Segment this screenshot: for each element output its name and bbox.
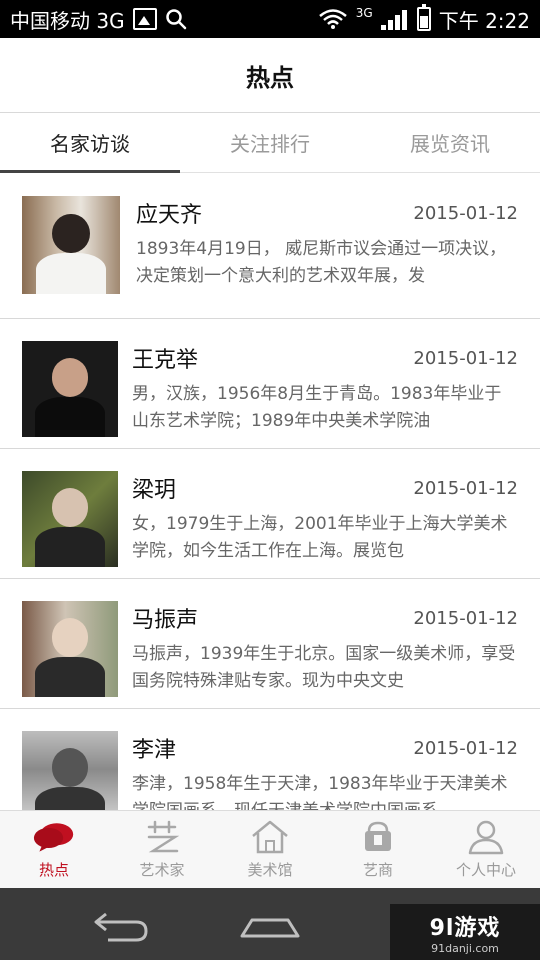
watermark-text: 9l游戏: [429, 915, 501, 941]
watermark-url: 91danji.com: [431, 941, 499, 955]
item-date: 2015-01-12: [413, 202, 518, 224]
artist-name: 梁玥: [132, 478, 177, 503]
clock: 下午 2:22: [438, 8, 530, 33]
house-icon: [252, 820, 288, 854]
wifi-icon: [318, 9, 347, 29]
nav-label: 艺商: [362, 861, 393, 879]
nav-museum[interactable]: 美术馆: [216, 811, 324, 888]
back-arrow-icon[interactable]: [80, 900, 160, 950]
list-item[interactable]: 梁玥 2015-01-12 女，1979生于上海，2001年毕业于上海大学美术学…: [0, 449, 540, 579]
artist-name: 李津: [132, 738, 177, 763]
page-title: 热点: [246, 63, 294, 92]
artist-thumbnail: [22, 601, 118, 697]
item-date: 2015-01-12: [413, 477, 518, 499]
chat-bubble-icon: [33, 823, 74, 852]
watermark-logo: 9l游戏 91danji.com: [390, 904, 540, 960]
bottom-nav: 热点 艺术家 美术馆 艺商 个人中心: [0, 810, 540, 888]
nav-label: 美术馆: [247, 861, 293, 879]
artist-name: 王克举: [132, 348, 199, 373]
artist-thumbnail: [22, 196, 120, 294]
item-date: 2015-01-12: [413, 347, 518, 369]
carrier-label: 中国移动 3G: [10, 8, 125, 33]
item-description: 1893年4月19日， 威尼斯市议会通过一项决议，决定策划一个意大利的艺术双年展…: [136, 239, 507, 286]
article-list: 应天齐 2015-01-12 1893年4月19日， 威尼斯市议会通过一项决议，…: [0, 174, 540, 810]
list-item[interactable]: 王克举 2015-01-12 男，汉族，1956年8月生于青岛。1983年毕业于…: [0, 319, 540, 449]
system-nav-bar: 9l游戏 91danji.com: [0, 888, 540, 960]
list-item[interactable]: 李津 2015-01-12 李津，1958年生于天津，1983年毕业于天津美术学…: [0, 709, 540, 810]
art-icon: [147, 820, 180, 853]
item-description: 李津，1958年生于天津，1983年毕业于天津美术学院国画系，现任天津美术学院中…: [132, 774, 508, 810]
nav-profile[interactable]: 个人中心: [432, 811, 540, 888]
item-description: 男，汉族，1956年8月生于青岛。1983年毕业于山东艺术学院；1989年中央美…: [132, 384, 502, 431]
nav-label: 热点: [38, 861, 69, 879]
network-type-badge: 3G: [355, 6, 373, 20]
artist-name: 马振声: [132, 608, 199, 633]
status-bar: 中国移动 3G 3G 下午 2:22: [0, 0, 540, 38]
nav-label: 艺术家: [139, 861, 185, 879]
shop-icon: [365, 821, 391, 851]
list-item[interactable]: 马振声 2015-01-12 马振声，1939年生于北京。国家一级美术师，享受国…: [0, 579, 540, 709]
tab-exhibitions[interactable]: 展览资讯: [360, 113, 540, 172]
nav-artists[interactable]: 艺术家: [108, 811, 216, 888]
nav-label: 个人中心: [455, 861, 516, 879]
artist-thumbnail: [22, 731, 118, 810]
artist-thumbnail: [22, 471, 118, 567]
nav-shop[interactable]: 艺商: [324, 811, 432, 888]
tab-ranking[interactable]: 关注排行: [180, 113, 360, 172]
person-icon: [468, 820, 504, 855]
item-date: 2015-01-12: [413, 737, 518, 759]
item-description: 马振声，1939年生于北京。国家一级美术师，享受国务院特殊津贴专家。现为中央文史: [132, 644, 516, 691]
home-icon[interactable]: [230, 900, 310, 950]
title-bar: 热点: [0, 38, 540, 113]
tab-bar: 名家访谈 关注排行 展览资讯: [0, 113, 540, 173]
image-icon: [132, 8, 157, 30]
signal-icon: [380, 8, 409, 30]
search-icon: [165, 9, 186, 30]
tab-interviews[interactable]: 名家访谈: [0, 113, 180, 173]
artist-thumbnail: [22, 341, 118, 437]
nav-hot[interactable]: 热点: [0, 811, 108, 888]
item-description: 女，1979生于上海，2001年毕业于上海大学美术学院，如今生活工作在上海。展览…: [132, 514, 508, 561]
item-date: 2015-01-12: [413, 607, 518, 629]
list-item[interactable]: 应天齐 2015-01-12 1893年4月19日， 威尼斯市议会通过一项决议，…: [0, 174, 540, 319]
artist-name: 应天齐: [136, 203, 203, 228]
battery-icon: [416, 4, 431, 31]
